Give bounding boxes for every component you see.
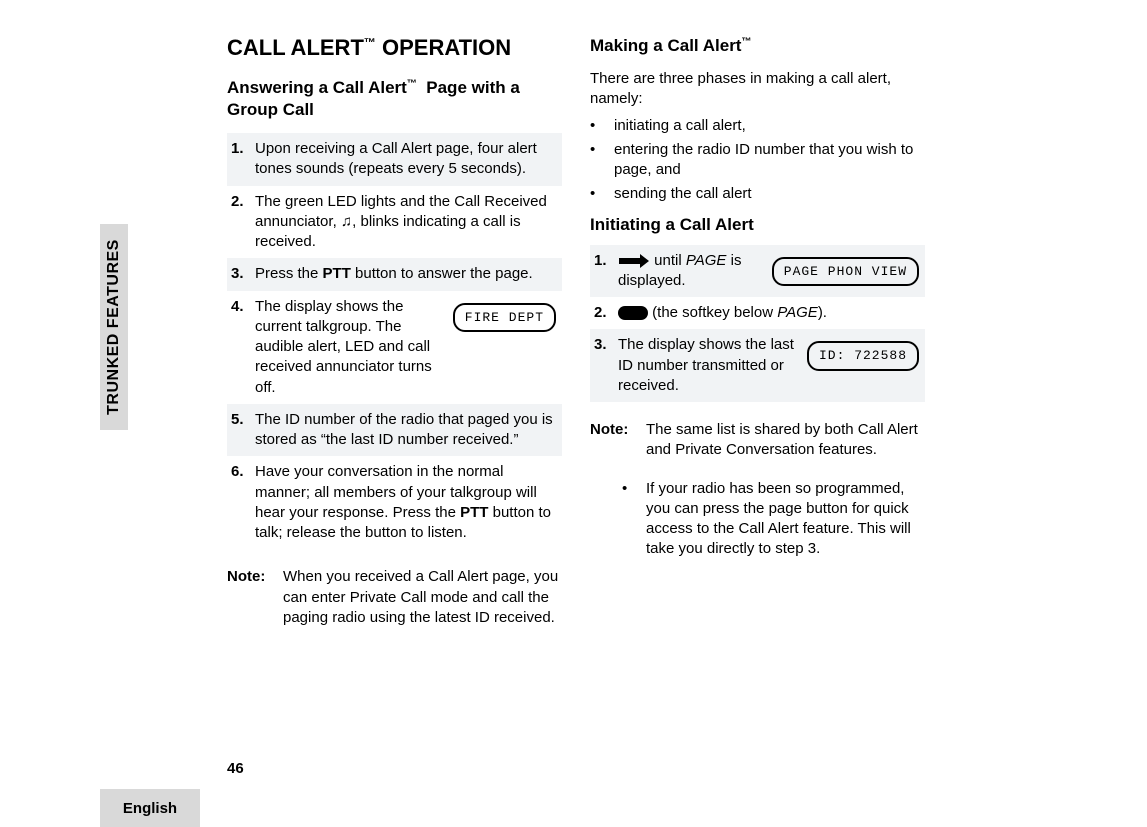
step-text: The display shows the current talkgroup.… [255,297,443,398]
step-5: 5. The ID number of the radio that paged… [227,404,562,457]
step-3: 3. Press the PTT button to answer the pa… [227,258,562,290]
step-number: 2. [594,303,618,323]
left-column: CALL ALERT™ OPERATION Answering a Call A… [227,35,562,715]
intro-text: There are three phases in making a call … [590,69,925,110]
subheading: Initiating a Call Alert [590,215,925,235]
step-1: 1. Upon receiving a Call Alert page, fou… [227,133,562,186]
step-number: 2. [231,192,255,253]
note-text: When you received a Call Alert page, you… [283,567,562,628]
step-body: The display shows the last ID number tra… [618,335,919,396]
lcd-display: FIRE DEPT [453,303,556,333]
ptt-label: PTT [460,504,488,521]
list-item: •sending the call alert [590,184,925,204]
step-2: 2. The green LED lights and the Call Rec… [227,186,562,259]
step-text: The display shows the last ID number tra… [618,335,797,396]
h2-text: Making a Call Alert [590,36,741,55]
language-tab: English [100,789,200,827]
note-text: The same list is shared by both Call Ale… [646,420,925,461]
lcd-display: PAGE PHON VIEW [772,257,919,287]
ptt-label: PTT [323,265,351,282]
page-content: CALL ALERT™ OPERATION Answering a Call A… [227,35,927,715]
bullet-icon: • [590,140,614,181]
page-label: PAGE [777,304,818,321]
step-text: The green LED lights and the Call Receiv… [255,192,556,253]
step-text: Have your conversation in the normal man… [255,462,556,543]
music-note-icon: ♫ [341,214,352,230]
note-block: Note: When you received a Call Alert pag… [227,567,562,628]
step-text: The ID number of the radio that paged yo… [255,410,556,451]
phase-list: •initiating a call alert, •entering the … [590,116,925,205]
step-2: 2. (the softkey below PAGE). [590,297,925,329]
trademark-icon: ™ [407,78,417,89]
h1-part2: OPERATION [382,35,511,60]
sub-note-text: If your radio has been so programmed, yo… [646,479,925,560]
step-number: 4. [231,297,255,398]
step-3: 3. The display shows the last ID number … [590,329,925,402]
footer: 46 English [0,747,1147,827]
softkey-icon [618,306,648,320]
step-number: 3. [594,335,618,396]
lcd-display: ID: 722588 [807,341,919,371]
note-label: Note: [227,567,283,628]
initiating-steps: 1. until PAGE is displayed. PAGE PHON VI… [590,245,925,403]
trademark-icon: ™ [741,36,751,47]
step-number: 5. [231,410,255,451]
step-text: Press the PTT button to answer the page. [255,264,556,284]
h1-part1: CALL ALERT [227,35,364,60]
step-body: The display shows the current talkgroup.… [255,297,556,398]
list-item: •entering the radio ID number that you w… [590,140,925,181]
step-number: 3. [231,264,255,284]
trademark-icon: ™ [364,36,376,50]
right-column: Making a Call Alert™ There are three pha… [590,35,925,715]
section-title: CALL ALERT™ OPERATION [227,35,562,61]
list-item: •initiating a call alert, [590,116,925,136]
bullet-icon: • [590,184,614,204]
step-6: 6. Have your conversation in the normal … [227,456,562,549]
page-number: 46 [227,760,244,777]
answering-steps: 1. Upon receiving a Call Alert page, fou… [227,133,562,549]
step-number: 6. [231,462,255,543]
step-text: Upon receiving a Call Alert page, four a… [255,139,556,180]
step-number: 1. [231,139,255,180]
step-1: 1. until PAGE is displayed. PAGE PHON VI… [590,245,925,298]
sidebar-tab: TRUNKED FEATURES [100,224,128,430]
sub-note: • If your radio has been so programmed, … [622,479,925,560]
subsection-title: Answering a Call Alert™ Page with a Grou… [227,77,562,121]
step-body: until PAGE is displayed. PAGE PHON VIEW [618,251,919,292]
sidebar-label: TRUNKED FEATURES [105,239,123,415]
subsection-title: Making a Call Alert™ [590,35,925,57]
note-block: Note: The same list is shared by both Ca… [590,420,925,461]
h2-part1: Answering a Call Alert [227,78,407,97]
note-label: Note: [590,420,646,461]
step-4: 4. The display shows the current talkgro… [227,291,562,404]
page-label: PAGE [686,252,727,269]
bullet-icon: • [590,116,614,136]
bullet-icon: • [622,479,646,560]
step-body: (the softkey below PAGE). [618,303,919,323]
right-arrow-icon [618,254,650,268]
step-number: 1. [594,251,618,292]
